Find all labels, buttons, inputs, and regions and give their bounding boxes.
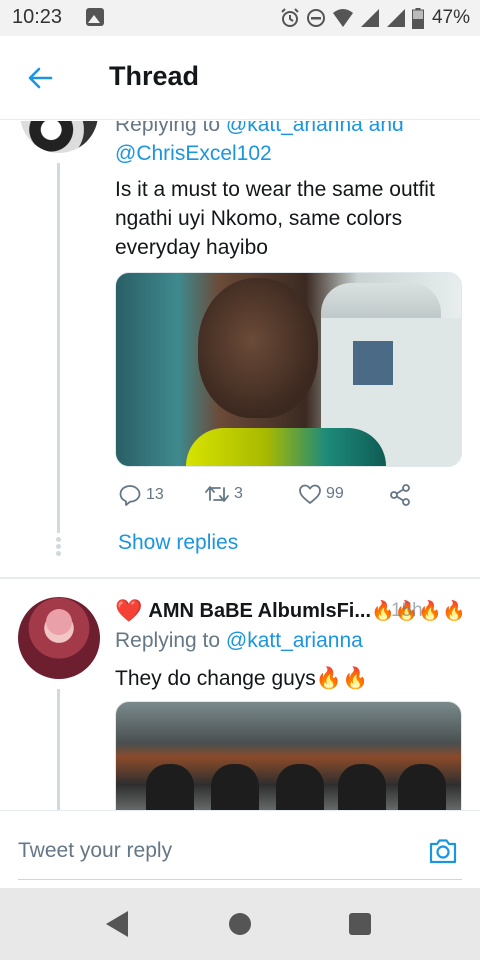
like-count: 99 [326,485,344,502]
show-replies-link[interactable]: Show replies [118,531,238,555]
thread-content[interactable]: Replying to @katt_arianna and @ChrisExce… [0,121,480,810]
share-icon [390,484,410,506]
back-arrow-icon [28,67,53,89]
nav-home-icon[interactable] [229,913,251,935]
thread-more-dots [55,537,62,557]
thread-connector-line [57,163,60,533]
mention-link[interactable]: @ChrisExcel102 [115,142,272,166]
reply-count: 13 [146,486,164,503]
alarm-icon [281,8,299,27]
tweet-timestamp: 15h [391,600,423,621]
tweet-image[interactable] [115,272,462,467]
replying-to-line: Replying to @katt_arianna and [115,121,404,137]
tweet-text: Is it a must to wear the same outfit nga… [115,178,435,259]
signal-icon [360,9,379,27]
retweet-count: 3 [234,485,243,502]
reply-button[interactable]: 13 [118,483,164,507]
divider [0,577,480,579]
status-bar: 10:23 47% [0,0,480,36]
status-time: 10:23 [12,6,63,28]
page-title: Thread [109,61,200,91]
mention-link[interactable]: @katt_arianna [226,629,363,652]
battery-icon [411,7,424,29]
mention-link[interactable]: @katt_arianna [226,121,363,136]
tweet-actions: 13 3 99 [118,483,418,511]
navigation-bar [0,888,480,960]
display-name[interactable]: AMN BaBE AlbumIsFi... [148,600,371,623]
nav-recents-icon[interactable] [349,913,371,935]
battery-percent: 47% [431,7,470,28]
signal-icon [386,9,405,27]
camera-icon [429,839,457,864]
avatar[interactable] [20,121,98,153]
dnd-icon [306,9,325,27]
share-button[interactable] [388,483,412,507]
wifi-icon [332,9,353,27]
retweet-button[interactable]: 3 [204,483,243,505]
gallery-icon [86,8,104,26]
reply-bar: Tweet your reply [0,810,480,888]
reply-input-underline [18,879,462,880]
camera-button[interactable] [427,835,459,867]
back-button[interactable] [22,60,58,96]
tweet-text: They do change guys🔥🔥 [115,667,369,690]
heart-emoji: ❤️ [115,598,143,623]
nav-back-icon[interactable] [106,911,128,937]
reply-input[interactable]: Tweet your reply [18,839,172,863]
avatar[interactable] [18,597,100,679]
replying-to-label: Replying to [115,121,221,136]
replying-to-label: Replying to [115,629,221,652]
status-icons: 47% [280,6,470,30]
reply-icon [119,485,141,506]
retweet-icon [205,486,229,502]
tweet-image[interactable] [115,701,462,810]
heart-outline-icon [299,484,321,504]
replying-to-and: and [368,121,404,136]
replying-to-line: Replying to @katt_arianna [115,629,363,653]
thread-connector-line [57,689,60,810]
like-button[interactable]: 99 [298,483,344,505]
app-bar: Thread [0,36,480,120]
